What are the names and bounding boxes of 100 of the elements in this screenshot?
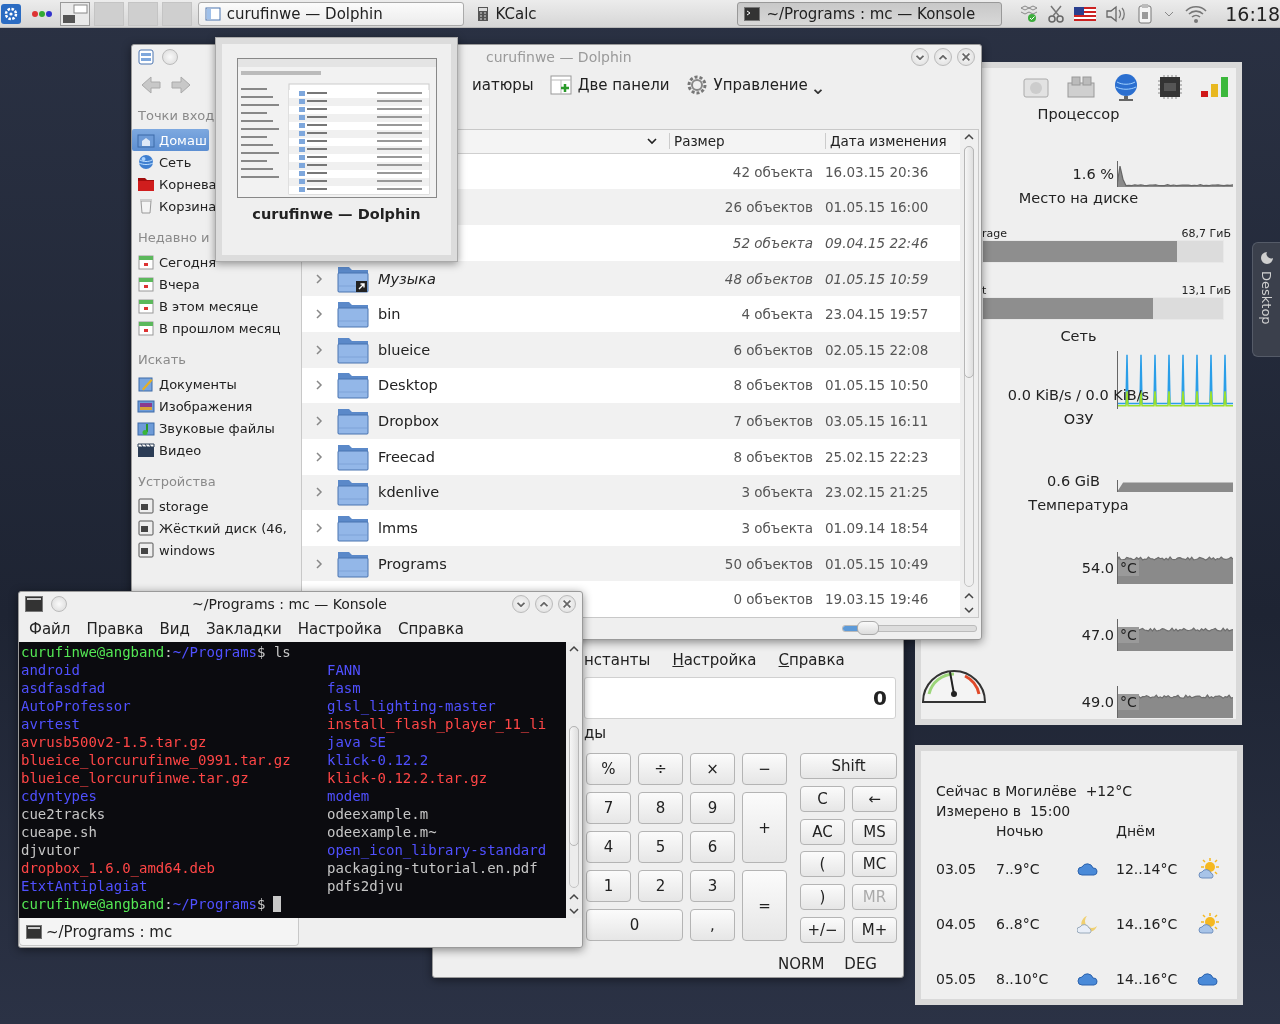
sort-caret-icon[interactable] [647,137,657,146]
calculator-key[interactable]: , [690,909,735,941]
calculator-key[interactable]: Shift [800,753,897,779]
scrollbar-thumb[interactable] [964,146,974,378]
menu-item[interactable]: Файл [21,620,79,638]
calculator-key[interactable]: ) [800,884,845,911]
calculator-key[interactable]: 0 [586,909,683,941]
toolbar-button[interactable]: иатюры [468,74,538,96]
file-date: 23.04.15 19:57 [825,306,930,323]
toolbar-button[interactable]: Две панели [545,72,674,98]
calculator-key[interactable]: MC [852,851,897,878]
menu-item[interactable]: нстанты [584,651,651,669]
calculator-key[interactable]: − [742,753,787,785]
desktop-thumbnail[interactable] [59,1,90,26]
calculator-key[interactable]: 6 [690,831,735,863]
menu-item[interactable]: Справка [778,651,845,669]
places-item[interactable]: windows [132,539,218,561]
places-item[interactable]: storage [132,495,211,517]
calculator-key[interactable]: 9 [690,792,735,824]
calculator-key[interactable]: M+ [852,917,897,943]
calculator-key[interactable]: ÷ [638,753,683,785]
window-preview-drawing[interactable] [236,58,437,198]
calculator-key[interactable]: AC [800,818,845,845]
minimize-button[interactable] [911,48,929,66]
calculator-key[interactable]: 3 [690,870,735,902]
calculator-key[interactable]: 5 [638,831,683,863]
desktop-thumbnail[interactable] [127,1,158,26]
calculator-key[interactable]: × [690,753,735,785]
terminal-output[interactable] [19,642,566,918]
file-name[interactable]: lmms [378,520,661,536]
measured-time: Измерено в 15:00 [936,803,1071,819]
radio-label[interactable]: ды [584,724,607,742]
calculator-key[interactable]: % [586,753,631,785]
calculator-key[interactable]: 8 [638,792,683,824]
close-button[interactable] [558,595,576,613]
places-item[interactable]: В этом месяце [132,295,261,317]
desktop-thumbnail[interactable] [93,1,124,26]
scissors-icon[interactable] [1047,4,1066,23]
desktop-thumbnail[interactable] [161,1,192,26]
menu-item[interactable]: Настройка [289,620,390,638]
places-item[interactable]: Звуковые файлы [132,417,277,439]
calculator-key[interactable]: 4 [586,831,631,863]
file-name[interactable]: blueice [378,341,661,358]
section-title: Процессор [1037,106,1120,122]
dots-icon[interactable] [31,9,52,18]
menu-item[interactable]: Правка [78,620,152,638]
caret-icon[interactable] [1163,9,1176,18]
speaker-icon[interactable] [1105,3,1128,24]
sync-icon[interactable] [1018,4,1039,23]
file-name[interactable]: Музыка [378,270,661,287]
close-button[interactable] [957,48,975,66]
column-header[interactable]: Размер [669,133,817,150]
wifi-icon[interactable] [1184,3,1209,24]
taskbar-button[interactable]: KCalc [470,1,732,26]
slider-handle[interactable] [856,621,879,635]
calculator-key[interactable]: 2 [638,870,683,902]
file-name[interactable]: bin [378,306,661,323]
places-item[interactable]: Видео [132,439,204,461]
flag-icon[interactable] [1074,6,1097,21]
clock[interactable]: 16:18 [1225,2,1280,25]
calculator-key[interactable]: C [800,785,845,812]
places-item[interactable]: Сеть [132,151,194,173]
calculator-key[interactable]: +/− [800,917,845,943]
calculator-key[interactable]: ← [852,785,897,812]
launcher-icon[interactable] [0,2,22,25]
places-item[interactable]: В прошлом месяц [132,317,283,339]
desktop-side-tab[interactable]: Desktop [1252,242,1280,357]
calculator-key[interactable]: 1 [586,870,631,902]
maximize-button[interactable] [535,595,553,613]
calculator-key[interactable]: ( [800,851,845,878]
terminal-tab[interactable]: ~/Programs : mc [19,918,299,946]
file-name: klick-0.12.2 [327,752,429,768]
menu-item[interactable]: Справка [389,620,473,638]
device-icon[interactable] [1136,2,1155,25]
taskbar-button[interactable]: ~/Programs : mc — Konsole [737,1,1003,26]
toolbar-button[interactable]: Управление [681,72,826,98]
menu-item[interactable]: Настройка [672,651,757,669]
taskbar-button[interactable]: curufinwe — Dolphin [197,1,465,26]
menu-item[interactable]: Вид [151,620,198,638]
file-name[interactable]: Dropbox [378,413,661,430]
file-name[interactable]: Freecad [378,448,661,465]
maximize-button[interactable] [934,48,952,66]
forward-arrow-icon[interactable] [170,75,192,95]
places-item[interactable]: Изображения [132,395,255,417]
folder-icon [137,176,155,192]
calculator-key[interactable]: 7 [586,792,631,824]
file-name[interactable]: Desktop [378,377,661,394]
minimize-button[interactable] [512,595,530,613]
file-name[interactable]: Programs [378,555,661,572]
back-arrow-icon[interactable] [140,75,162,95]
places-item[interactable]: Жёсткий диск (46, [132,517,289,539]
calculator-key[interactable]: = [742,870,787,941]
scrollbar-thumb[interactable] [569,726,579,846]
places-item[interactable]: Корзина [132,195,219,217]
places-item[interactable]: Документы [132,373,239,395]
file-name[interactable]: kdenlive [378,484,661,501]
calculator-key[interactable]: MS [852,818,897,845]
calculator-key[interactable]: + [742,792,787,863]
menu-item[interactable]: Закладки [197,620,290,638]
places-item[interactable]: Вчера [132,273,202,295]
